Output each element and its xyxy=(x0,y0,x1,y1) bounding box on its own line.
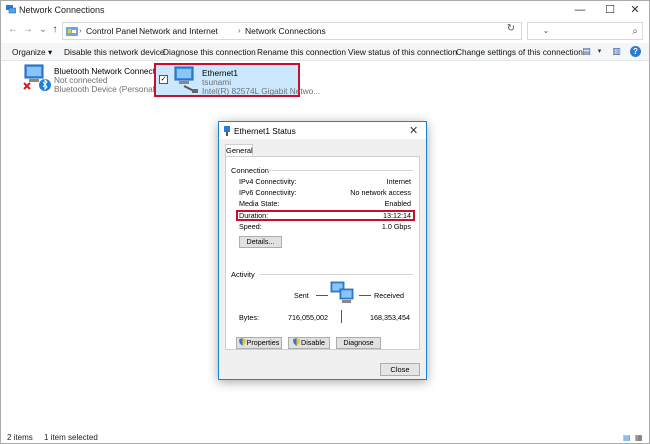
connection-group-label: Connection xyxy=(231,166,269,175)
connection-item-ethernet1[interactable]: ✓ Ethernet1 tsunami Intel(R) 82574L Giga… xyxy=(154,63,320,97)
bytes-received-value: 168,353,454 xyxy=(370,313,410,322)
selection-checkbox[interactable]: ✓ xyxy=(159,75,168,84)
duration-label: Duration: xyxy=(239,211,269,220)
command-toolbar: Organize ▾ Disable this network device D… xyxy=(1,43,649,61)
ipv6-label: IPv6 Connectivity: xyxy=(239,188,297,197)
sent-line xyxy=(316,295,328,296)
large-icons-view-icon[interactable]: ▦ xyxy=(635,433,643,442)
minimize-button[interactable]: — xyxy=(566,1,594,19)
maximize-button[interactable]: ☐ xyxy=(596,1,624,19)
connection-device: Intel(R) 82574L Gigabit Netwo... xyxy=(202,86,321,96)
forward-arrow-icon[interactable]: → xyxy=(22,24,34,36)
shield-icon xyxy=(293,338,300,346)
ethernet-status-dialog: Ethernet1 Status ✕ General Connection IP… xyxy=(218,121,427,380)
received-line xyxy=(359,295,371,296)
breadcrumb-network-connections[interactable]: Network Connections xyxy=(245,26,326,36)
speed-value: 1.0 Gbps xyxy=(381,222,411,231)
breadcrumb-network-and-internet[interactable]: Network and Internet xyxy=(139,26,218,36)
dialog-title-bar: Ethernet1 Status ✕ xyxy=(219,122,426,139)
disable-device-button[interactable]: Disable this network device xyxy=(64,47,165,57)
media-state-label: Media State: xyxy=(239,199,280,208)
bytes-sent-value: 716,055,002 xyxy=(288,313,328,322)
duration-row: Duration: 13:12:14 xyxy=(239,211,411,221)
ipv4-row: IPv4 Connectivity: Internet xyxy=(239,177,411,187)
control-panel-icon xyxy=(66,27,78,36)
details-view-icon[interactable]: ▤ xyxy=(623,433,631,442)
activity-group-label: Activity xyxy=(231,270,255,279)
network-connections-window: Network Connections — ☐ ✕ ← → ⌄ ↑ › Cont… xyxy=(0,0,650,444)
recent-locations-chevron-icon[interactable]: ⌄ xyxy=(37,24,49,36)
bluetooth-network-icon xyxy=(23,64,51,91)
window-title: Network Connections xyxy=(19,5,105,15)
search-icon: ⌕ xyxy=(632,26,638,37)
ipv6-value: No network access xyxy=(350,188,411,197)
ethernet-network-icon xyxy=(174,66,198,93)
speed-label: Speed: xyxy=(239,222,262,231)
bytes-divider xyxy=(341,310,342,323)
search-input[interactable]: ⌕ xyxy=(527,22,643,40)
breadcrumb-separator: › xyxy=(132,26,135,35)
connection-item-bluetooth[interactable]: Bluetooth Network Connection Not connect… xyxy=(21,63,171,97)
view-dropdown-icon[interactable]: ▾ xyxy=(593,45,606,58)
ipv6-row: IPv6 Connectivity: No network access xyxy=(239,188,411,198)
title-bar: Network Connections — ☐ ✕ xyxy=(1,1,649,19)
properties-button[interactable]: Properties xyxy=(236,337,282,349)
disable-button[interactable]: Disable xyxy=(288,337,330,349)
general-tab-panel: Connection IPv4 Connectivity: Internet I… xyxy=(225,156,420,350)
change-settings-button[interactable]: Change settings of this connection xyxy=(456,47,583,57)
status-bar: 2 items 1 item selected ▤ ▦ xyxy=(1,431,649,444)
dialog-title: Ethernet1 Status xyxy=(234,126,296,136)
organize-menu[interactable]: Organize ▾ xyxy=(12,47,52,57)
address-row: ← → ⌄ ↑ › Control Panel › Network and In… xyxy=(1,20,649,42)
back-arrow-icon[interactable]: ← xyxy=(7,24,19,36)
divider xyxy=(260,274,413,275)
sent-label: Sent xyxy=(294,291,309,300)
address-bar[interactable]: › Control Panel › Network and Internet ›… xyxy=(62,22,549,40)
breadcrumb-separator: › xyxy=(79,26,82,35)
refresh-icon[interactable]: ↻ xyxy=(504,23,518,35)
disable-button-label: Disable xyxy=(301,338,325,347)
shield-icon xyxy=(238,338,246,346)
media-state-value: Enabled xyxy=(384,199,411,208)
preview-pane-icon[interactable]: ▥ xyxy=(610,45,623,58)
view-status-button[interactable]: View status of this connection xyxy=(348,47,457,57)
diagnose-button[interactable]: Diagnose this connection xyxy=(163,47,256,57)
diagnose-dialog-button[interactable]: Diagnose xyxy=(336,337,381,349)
change-view-icon[interactable]: ▤ xyxy=(580,45,593,58)
details-button[interactable]: Details... xyxy=(239,236,282,248)
speed-row: Speed: 1.0 Gbps xyxy=(239,222,411,232)
ipv4-value: Internet xyxy=(386,177,411,186)
item-count: 2 items xyxy=(7,433,33,442)
selected-count: 1 item selected xyxy=(44,433,98,442)
rename-button[interactable]: Rename this connection xyxy=(257,47,346,57)
received-label: Received xyxy=(374,291,404,300)
close-window-button[interactable]: ✕ xyxy=(621,1,649,19)
breadcrumb-control-panel[interactable]: Control Panel xyxy=(86,26,138,36)
ethernet-adapter-icon xyxy=(224,126,230,136)
close-button[interactable]: Close xyxy=(380,363,420,376)
dialog-close-icon[interactable]: ✕ xyxy=(409,124,418,137)
network-connections-app-icon xyxy=(6,5,16,14)
divider xyxy=(268,170,413,171)
help-icon[interactable]: ? xyxy=(630,46,641,57)
bytes-label: Bytes: xyxy=(239,313,259,322)
media-state-row: Media State: Enabled xyxy=(239,199,411,209)
breadcrumb-separator: › xyxy=(238,26,241,35)
duration-value: 13:12:14 xyxy=(383,211,411,220)
up-arrow-icon[interactable]: ↑ xyxy=(49,24,61,36)
properties-button-label: Properties xyxy=(246,338,280,347)
network-activity-icon xyxy=(330,281,354,303)
ipv4-label: IPv4 Connectivity: xyxy=(239,177,297,186)
